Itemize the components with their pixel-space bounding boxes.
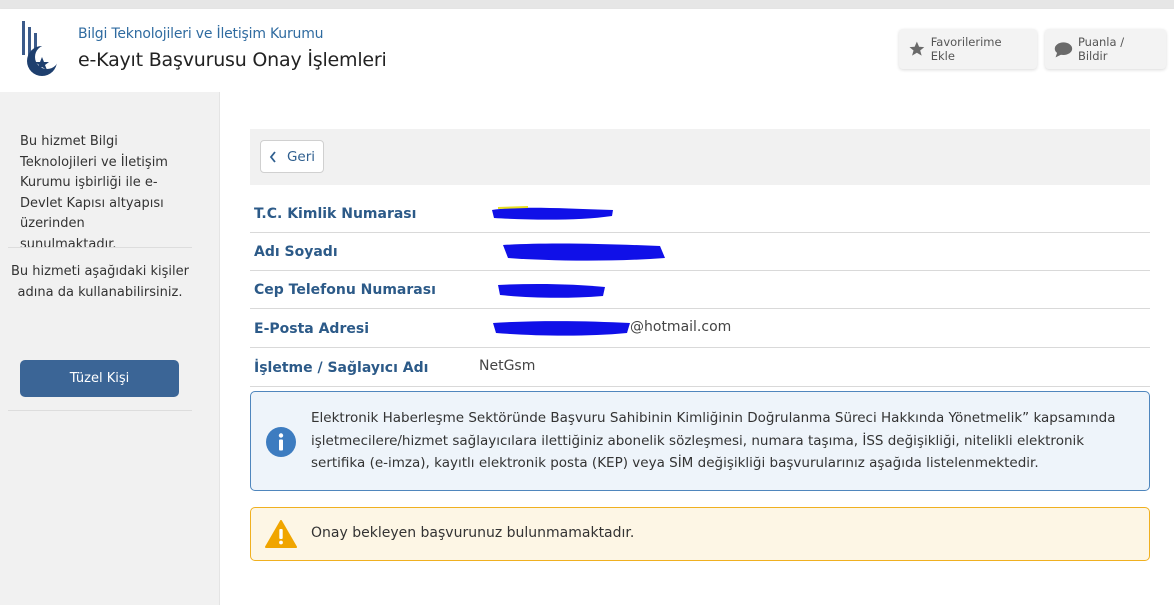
redaction-mark [498,283,605,298]
field-label: Cep Telefonu Numarası [254,282,436,298]
service-note: Bu hizmet Bilgi Teknolojileri ve İletişi… [20,134,168,252]
info-text: Elektronik Haberleşme Sektöründe Başvuru… [311,410,1116,471]
field-row-name: Adı Soyadı [250,232,1150,271]
header: Bilgi Teknolojileri ve İletişim Kurumu e… [0,9,1174,92]
field-row-tc: T.C. Kimlik Numarası [250,194,1150,233]
chevron-left-icon [269,150,276,163]
main-content: Geri T.C. Kimlik Numarası Adı Soyadı Cep… [220,92,1174,605]
info-circle-icon [266,427,296,457]
field-label: E-Posta Adresi [254,321,369,337]
tuzel-kisi-button[interactable]: Tüzel Kişi [20,360,179,397]
browser-top-strip [0,0,1174,9]
back-bar: Geri [250,129,1150,185]
field-label: T.C. Kimlik Numarası [254,206,417,222]
rate-label: Puanla / Bildir [1077,35,1125,63]
btk-logo[interactable] [20,19,58,81]
sidebar-divider [8,247,192,248]
speech-bubble-icon [1054,41,1073,57]
org-name: Bilgi Teknolojileri ve İletişim Kurumu [78,26,324,42]
rate-button[interactable]: Puanla / Bildir [1045,29,1166,69]
field-row-provider: İşletme / Sağlayıcı Adı NetGsm [250,348,1150,387]
redaction-mark [503,243,665,261]
page-title: e-Kayıt Başvurusu Onay İşlemleri [78,49,387,71]
field-label: İşletme / Sağlayıcı Adı [254,360,429,376]
redaction-mark [492,206,613,220]
favorites-label: Favorilerime Ekle [930,35,1002,63]
persons-note: Bu hizmeti aşağıdaki kişiler adına da ku… [10,264,189,300]
info-alert: Elektronik Haberleşme Sektöründe Başvuru… [250,391,1150,491]
favorites-button[interactable]: Favorilerime Ekle [899,29,1037,69]
field-label: Adı Soyadı [254,244,338,260]
back-label: Geri [286,148,316,165]
star-icon [909,41,925,56]
field-row-phone: Cep Telefonu Numarası [250,270,1150,309]
warning-alert: Onay bekleyen başvurunuz bulunmamaktadır… [250,507,1150,561]
warning-triangle-icon [265,520,297,548]
back-button[interactable]: Geri [260,140,324,173]
email-value: @hotmail.com [630,319,732,335]
sidebar: Bu hizmet Bilgi Teknolojileri ve İletişi… [0,92,220,605]
field-row-email: E-Posta Adresi @hotmail.com [250,309,1150,348]
redaction-mark [493,321,630,336]
provider-value: NetGsm [479,358,536,374]
warning-text: Onay bekleyen başvurunuz bulunmamaktadır… [311,525,635,541]
sidebar-divider [8,410,192,411]
